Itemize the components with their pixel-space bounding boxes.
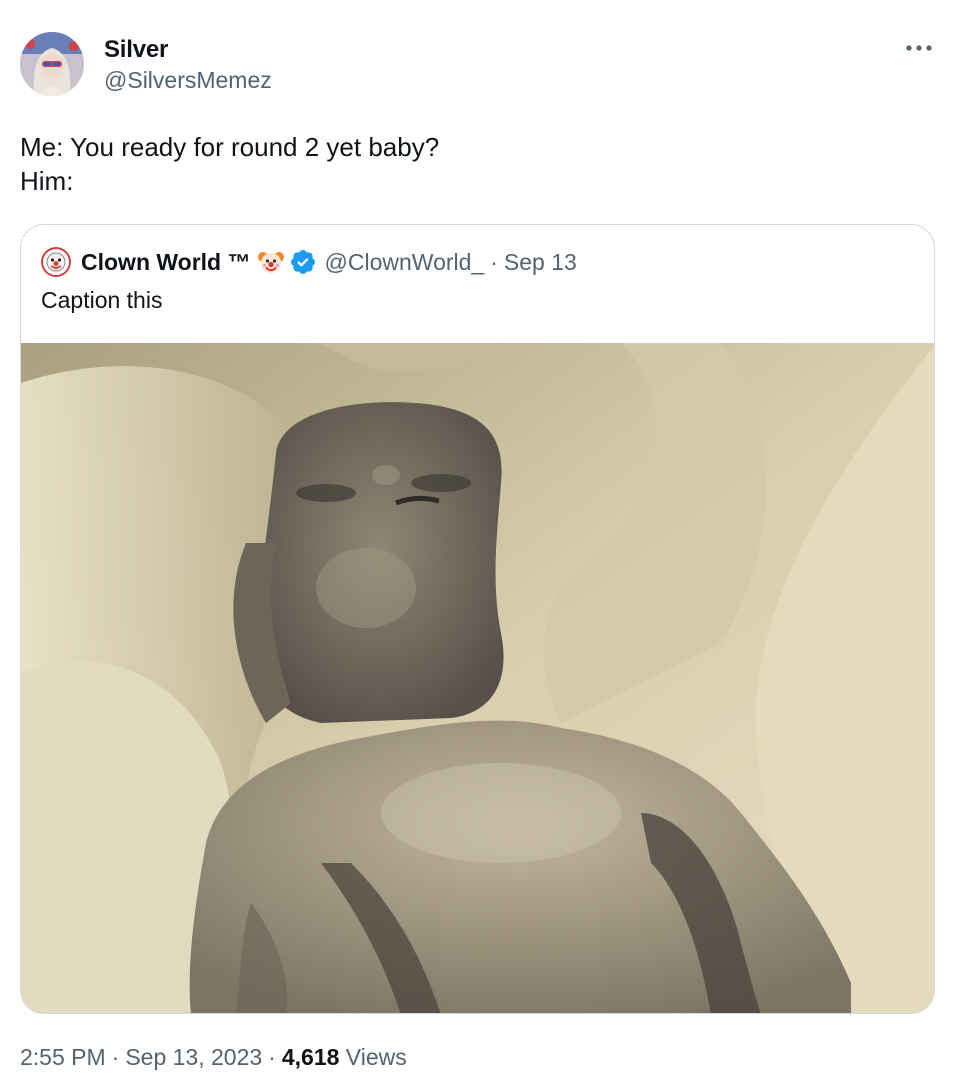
author-display-name[interactable]: Silver — [104, 36, 168, 64]
verified-badge-icon — [289, 248, 317, 276]
tweet-text: Me: You ready for round 2 yet baby? Him: — [20, 130, 439, 198]
more-horizontal-icon — [906, 45, 932, 51]
clown-avatar-icon — [41, 247, 71, 277]
more-options-button[interactable] — [904, 38, 934, 58]
quoted-tweet-header: Clown World ™ @ClownWorld_ · Sep 13 — [41, 247, 577, 277]
tweet-card: Silver @SilversMemez Me: You ready for r… — [0, 0, 956, 1090]
quoted-separator: · — [490, 248, 498, 275]
quoted-date[interactable]: Sep 13 — [504, 249, 577, 276]
author-handle[interactable]: @SilversMemez — [104, 67, 272, 94]
post-time[interactable]: 2:55 PM — [20, 1044, 106, 1070]
meta-separator: · — [268, 1044, 276, 1070]
tweet-text-line: Him: — [20, 166, 74, 196]
user-avatar-icon — [20, 32, 84, 96]
quoted-author-avatar[interactable] — [41, 247, 71, 277]
quoted-tweet-text: Caption this — [41, 287, 163, 313]
views-label: Views — [345, 1044, 407, 1070]
meta-separator: · — [111, 1044, 120, 1070]
quoted-author-handle[interactable]: @ClownWorld_ — [325, 249, 485, 276]
post-date[interactable]: Sep 13, 2023 — [125, 1044, 262, 1070]
quoted-media-photo[interactable] — [21, 343, 934, 1013]
photo-image-icon — [21, 343, 934, 1013]
quoted-author-name[interactable]: Clown World ™ — [81, 249, 251, 276]
clown-face-emoji-icon — [257, 248, 285, 276]
author-avatar[interactable] — [20, 32, 84, 96]
views-count[interactable]: 4,618 — [282, 1044, 340, 1070]
quoted-tweet[interactable]: Clown World ™ @ClownWorld_ · Sep 13 Capt… — [20, 224, 935, 1014]
tweet-meta: 2:55 PM · Sep 13, 2023 · 4,618 Views — [20, 1044, 407, 1071]
tweet-text-line: Me: You ready for round 2 yet baby? — [20, 132, 440, 162]
